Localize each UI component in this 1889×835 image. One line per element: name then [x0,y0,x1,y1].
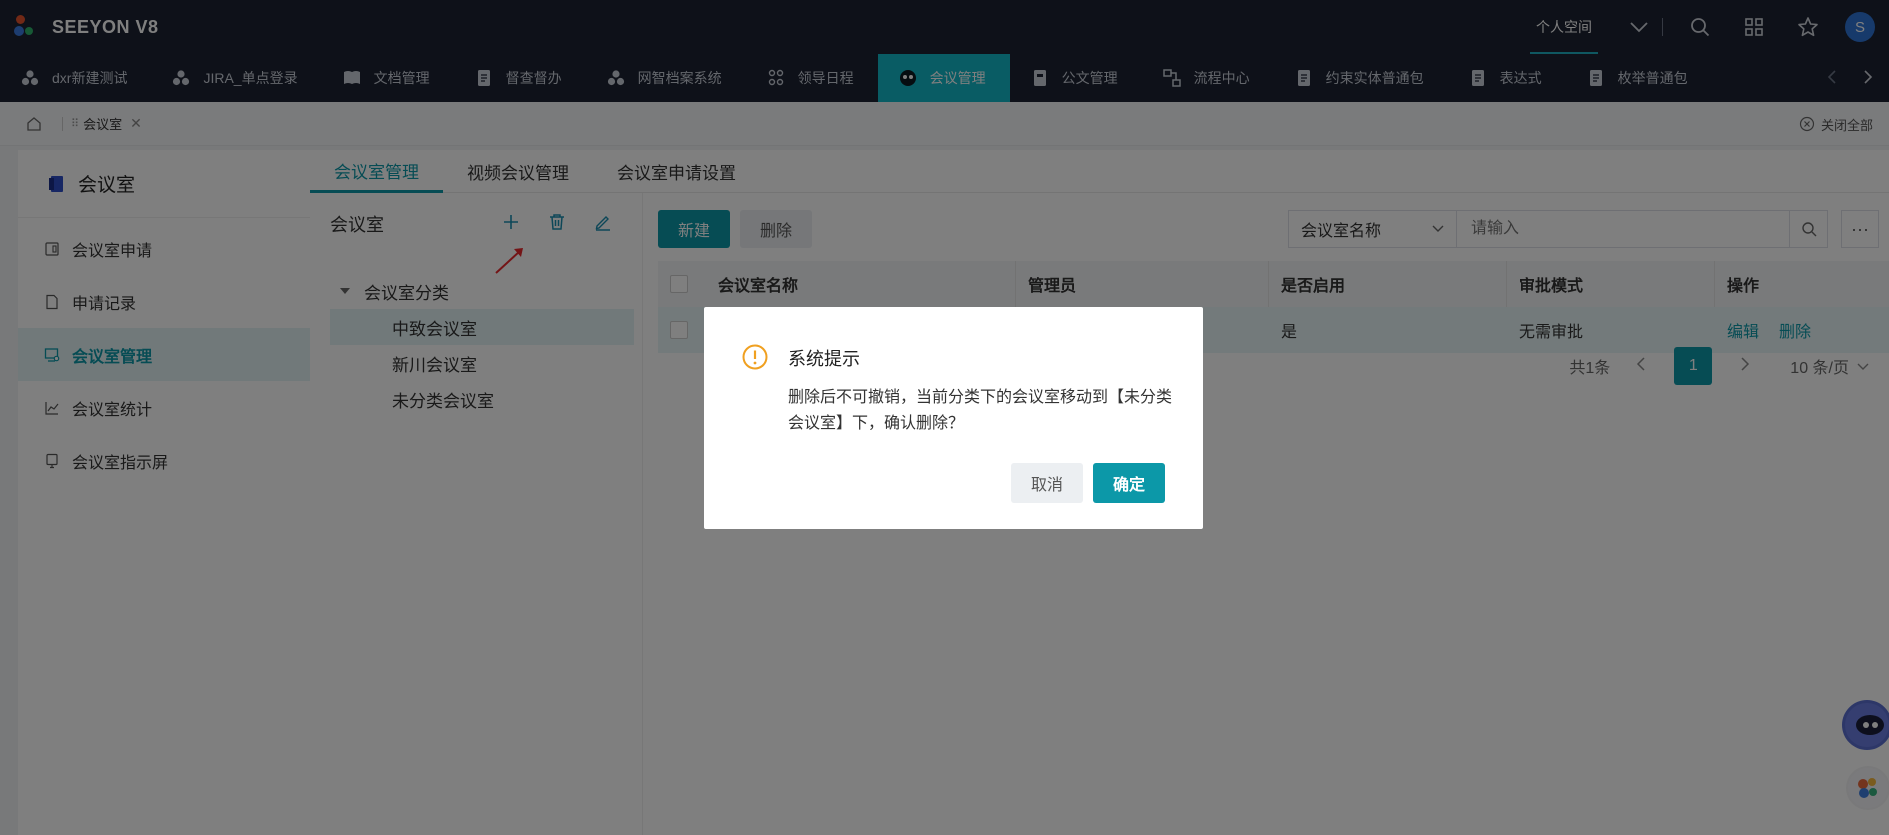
confirm-dialog: 系统提示 删除后不可撤销，当前分类下的会议室移动到【未分类会议室】下，确认删除？… [704,307,1203,529]
confirm-button[interactable]: 确定 [1093,463,1165,503]
warning-icon [742,344,768,370]
dialog-title: 系统提示 [788,349,860,369]
dialog-message: 删除后不可撤销，当前分类下的会议室移动到【未分类会议室】下，确认删除？ [788,389,1173,432]
cancel-button[interactable]: 取消 [1011,463,1083,503]
